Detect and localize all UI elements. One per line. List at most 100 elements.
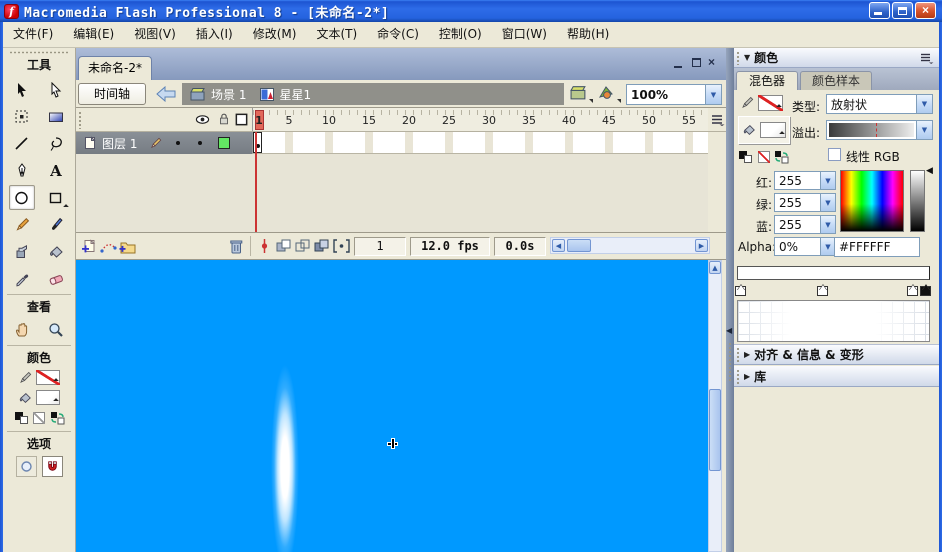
layer-outline-color-swatch[interactable] <box>218 137 231 149</box>
menu-file[interactable]: 文件(F) <box>3 22 63 47</box>
color-panel-grip[interactable] <box>736 50 740 65</box>
lock-layers-icon[interactable] <box>217 111 231 127</box>
blue-slider-button[interactable]: ▼ <box>820 215 836 234</box>
blue-value-field[interactable]: 255 <box>774 215 821 234</box>
mixer-stroke-color-swatch[interactable] <box>758 95 783 111</box>
green-value-field[interactable]: 255 <box>774 193 821 212</box>
panel-divider[interactable]: ◀ <box>726 48 734 552</box>
brightness-marker-arrow[interactable]: ◀ <box>926 166 933 176</box>
doc-restore-button[interactable] <box>690 56 704 70</box>
frame-rate-field[interactable]: 12.0 fps <box>410 237 490 256</box>
timeline-hscrollbar[interactable]: ◀ ▶ <box>550 237 710 254</box>
show-hide-layers-eye-icon[interactable] <box>194 112 211 127</box>
timeline-hscroll-thumb[interactable] <box>567 239 591 252</box>
eraser-tool[interactable] <box>43 266 69 291</box>
menu-edit[interactable]: 编辑(E) <box>63 22 124 47</box>
red-slider-button[interactable]: ▼ <box>820 171 836 190</box>
stage-scroll-up-button[interactable]: ▲ <box>709 261 721 274</box>
menu-help[interactable]: 帮助(H) <box>557 22 619 47</box>
close-button[interactable]: × <box>915 2 936 19</box>
mixer-no-color-button[interactable] <box>756 150 771 164</box>
breadcrumb-symbol[interactable]: 星星1 <box>279 86 311 103</box>
timeline-scroll-right-button[interactable]: ▶ <box>695 239 708 252</box>
tab-color-swatches[interactable]: 颜色样本 <box>800 71 872 90</box>
red-value-field[interactable]: 255 <box>774 171 821 190</box>
edit-scene-button[interactable] <box>570 85 594 104</box>
gradient-transform-tool[interactable] <box>43 104 69 129</box>
menu-view[interactable]: 视图(V) <box>124 22 186 47</box>
snap-to-objects-toggle[interactable] <box>41 456 63 477</box>
breadcrumb-scene[interactable]: 场景 1 <box>211 86 246 103</box>
menu-text[interactable]: 文本(T) <box>306 22 367 47</box>
edit-multiple-frames-button[interactable] <box>314 239 331 253</box>
timeline-options-menu-icon[interactable] <box>711 114 725 126</box>
outline-layers-icon[interactable] <box>234 112 249 127</box>
align-panel-grip[interactable] <box>736 347 740 362</box>
subselection-tool[interactable] <box>43 77 69 102</box>
pencil-tool[interactable] <box>9 212 35 237</box>
pen-tool[interactable] <box>9 158 35 183</box>
elapsed-time-field[interactable]: 0.0s <box>494 237 546 256</box>
maximize-button[interactable] <box>892 2 913 19</box>
tools-panel-grip[interactable] <box>9 51 69 54</box>
gradient-definition-bar[interactable] <box>737 266 930 280</box>
stage-vscrollbar[interactable]: ▲ <box>708 260 722 552</box>
lasso-tool[interactable] <box>43 131 69 156</box>
gradient-stop-2[interactable] <box>817 286 828 296</box>
toolbox-stroke-color-swatch[interactable] <box>36 370 60 385</box>
library-panel-collapsed-arrow[interactable]: ▶ <box>744 372 750 381</box>
mixer-fill-color-swatch[interactable] <box>760 122 786 138</box>
panel-collapse-arrow-icon[interactable]: ◀ <box>726 326 732 335</box>
timeline-scroll-left-button[interactable]: ◀ <box>552 239 565 252</box>
document-tab[interactable]: 未命名-2* <box>78 56 152 80</box>
hex-color-field[interactable]: #FFFFFF <box>834 237 920 257</box>
toolbox-fill-color-swatch[interactable] <box>36 390 60 405</box>
layer-lock-dot[interactable] <box>198 141 203 145</box>
timeline-grip[interactable] <box>78 111 82 129</box>
color-panel-header[interactable]: ▼ 颜色 <box>734 48 939 68</box>
mixer-swap-colors-button[interactable] <box>774 150 789 164</box>
onion-skin-outlines-button[interactable] <box>295 239 312 253</box>
text-tool[interactable]: A <box>43 158 69 183</box>
playhead-line[interactable] <box>255 132 257 232</box>
zoom-level-field[interactable]: 100% <box>626 84 706 105</box>
insert-layer-icon[interactable] <box>81 239 98 254</box>
color-picker-field[interactable] <box>840 170 904 232</box>
green-slider-button[interactable]: ▼ <box>820 193 836 212</box>
back-arrow-icon[interactable] <box>156 86 176 102</box>
layer-visibility-dot[interactable] <box>176 141 181 145</box>
no-color-button[interactable] <box>32 411 47 425</box>
paint-bucket-tool[interactable] <box>43 239 69 264</box>
zoom-dropdown-button[interactable]: ▼ <box>705 84 722 105</box>
modify-onion-markers-button[interactable] <box>333 239 350 253</box>
panel-library[interactable]: ▶ 库 <box>734 366 939 387</box>
doc-minimize-button[interactable] <box>672 56 686 70</box>
menu-control[interactable]: 控制(O) <box>429 22 492 47</box>
current-frame-field[interactable]: 1 <box>354 237 406 256</box>
gradient-type-dropdown-button[interactable]: ▼ <box>916 94 933 114</box>
free-transform-tool[interactable] <box>9 104 35 129</box>
ink-bottle-tool[interactable] <box>9 239 35 264</box>
doc-close-button[interactable]: × <box>708 55 722 70</box>
gradient-stop-1[interactable] <box>735 286 746 296</box>
rectangle-tool[interactable] <box>43 185 69 210</box>
menu-modify[interactable]: 修改(M) <box>243 22 307 47</box>
tab-color-mixer[interactable]: 混色器 <box>736 71 798 90</box>
gradient-stop-4[interactable] <box>920 286 931 296</box>
alpha-value-field[interactable]: 0% <box>774 237 821 256</box>
layer-row[interactable]: 图层 1 <box>76 132 252 154</box>
menu-window[interactable]: 窗口(W) <box>492 22 557 47</box>
white-glow-ellipse-shape[interactable] <box>271 365 299 552</box>
align-panel-collapsed-arrow[interactable]: ▶ <box>744 350 750 359</box>
zoom-tool[interactable] <box>43 317 69 342</box>
stage-canvas[interactable] <box>76 260 708 552</box>
default-colors-button[interactable] <box>14 411 29 425</box>
eyedropper-tool[interactable] <box>9 266 35 291</box>
selection-tool[interactable] <box>9 77 35 102</box>
brush-tool[interactable] <box>43 212 69 237</box>
gradient-stop-3[interactable] <box>907 286 918 296</box>
minimize-button[interactable] <box>869 2 890 19</box>
titlebar[interactable]: f Macromedia Flash Professional 8 - [未命名… <box>0 0 942 22</box>
library-panel-grip[interactable] <box>736 368 740 384</box>
edit-symbol-button[interactable] <box>598 85 622 104</box>
